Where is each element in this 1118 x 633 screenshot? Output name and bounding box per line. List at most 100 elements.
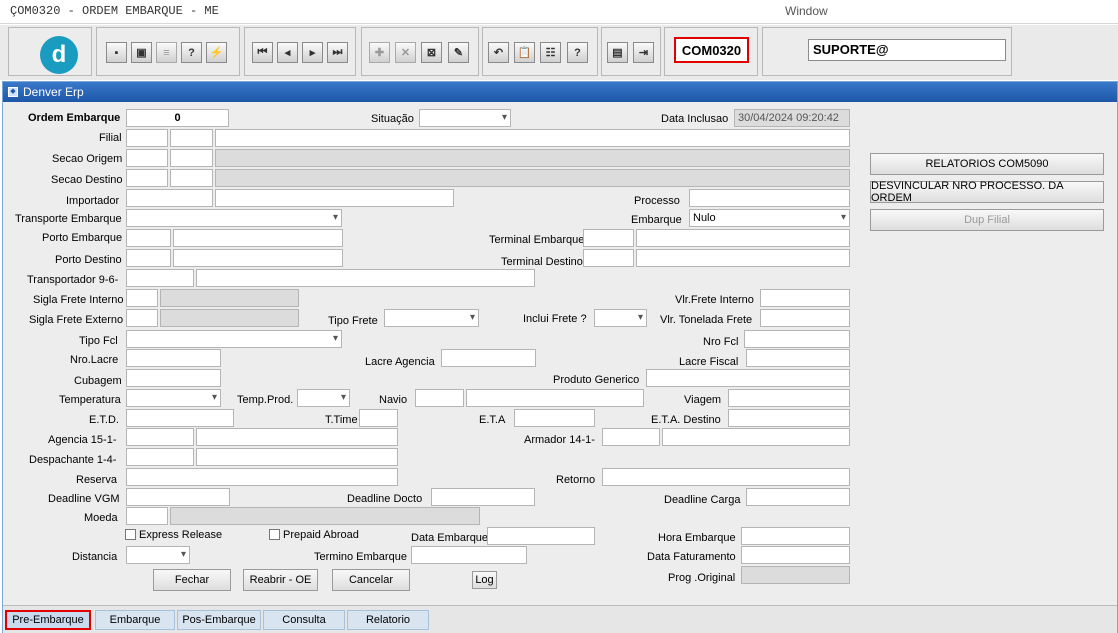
agencia-code-field[interactable] <box>126 428 194 446</box>
transportador-name-field[interactable] <box>196 269 535 287</box>
despachante-code-field[interactable] <box>126 448 194 466</box>
armador-name-field[interactable] <box>662 428 850 446</box>
eta-field[interactable] <box>514 409 595 427</box>
deadline-carga-field[interactable] <box>746 488 850 506</box>
tab-pre-embarque[interactable]: Pre-Embarque <box>5 610 91 630</box>
form-area: Ordem Embarque 0 Situação Data Inclusao … <box>3 102 1117 602</box>
data-embarque-field[interactable] <box>487 527 595 545</box>
tipo-frete-select[interactable] <box>384 309 479 327</box>
filial-code-field[interactable] <box>126 129 168 147</box>
vlr-tonelada-frete-field[interactable] <box>760 309 850 327</box>
despachante-name-field[interactable] <box>196 448 398 466</box>
list-icon[interactable]: ☷ <box>540 42 561 63</box>
temp-prod-select[interactable] <box>297 389 350 407</box>
situacao-select[interactable] <box>419 109 511 127</box>
nro-fcl-field[interactable] <box>744 330 850 348</box>
reabrir-button[interactable]: Reabrir - OE <box>243 569 318 591</box>
edit-icon[interactable]: ✎ <box>448 42 469 63</box>
data-faturamento-field[interactable] <box>741 546 850 564</box>
filial-name-field[interactable] <box>215 129 850 147</box>
edit-tool-group: ▪ ▣ ≡ ? ⚡ <box>96 27 240 76</box>
cubagem-field[interactable] <box>126 369 221 387</box>
processo-field[interactable] <box>689 189 850 207</box>
tab-pos-embarque[interactable]: Pos-Embarque <box>177 610 261 630</box>
vlr-frete-interno-field[interactable] <box>760 289 850 307</box>
undo-icon[interactable]: ↶ <box>488 42 509 63</box>
porto-destino-name-field[interactable] <box>173 249 343 267</box>
inclui-frete-select[interactable] <box>594 309 647 327</box>
temperatura-select[interactable] <box>126 389 221 407</box>
embarque-select[interactable]: Nulo <box>689 209 850 227</box>
save-icon[interactable]: ▪ <box>106 42 127 63</box>
t-time-field[interactable] <box>359 409 398 427</box>
sigla-frete-externo-code-field[interactable] <box>126 309 158 327</box>
window-icon[interactable]: ▣ <box>131 42 152 63</box>
tipo-fcl-select[interactable] <box>126 330 342 348</box>
tab-embarque[interactable]: Embarque <box>95 610 175 630</box>
sigla-frete-interno-code-field[interactable] <box>126 289 158 307</box>
clipboard-icon[interactable]: 📋 <box>514 42 535 63</box>
reserva-field[interactable] <box>126 468 398 486</box>
dup-filial-button[interactable]: Dup Filial <box>870 209 1104 231</box>
porto-destino-code-field[interactable] <box>126 249 171 267</box>
fechar-button[interactable]: Fechar <box>153 569 231 591</box>
tab-relatorio[interactable]: Relatorio <box>347 610 429 630</box>
transporte-embarque-select[interactable] <box>126 209 342 227</box>
execute-query-icon[interactable]: ⚡ <box>206 42 227 63</box>
importador-name-field[interactable] <box>215 189 454 207</box>
terminal-destino-name-field[interactable] <box>636 249 850 267</box>
porto-embarque-code-field[interactable] <box>126 229 171 247</box>
navio-name-field[interactable] <box>466 389 644 407</box>
first-record-icon[interactable]: ⏮ <box>252 42 273 63</box>
delete-record-icon[interactable]: ✕ <box>395 42 416 63</box>
secao-origem-code-field[interactable] <box>126 149 168 167</box>
desvincular-button[interactable]: DESVINCULAR NRO PROCESSO. DA ORDEM <box>870 180 1104 204</box>
lacre-agencia-field[interactable] <box>441 349 536 367</box>
log-button[interactable]: Log <box>472 571 497 589</box>
window-menu[interactable]: Window <box>785 4 828 18</box>
terminal-embarque-code-field[interactable] <box>583 229 634 247</box>
secao-destino-sub-field[interactable] <box>170 169 213 187</box>
terminal-destino-code-field[interactable] <box>583 249 634 267</box>
secao-origem-sub-field[interactable] <box>170 149 213 167</box>
lacre-fiscal-field[interactable] <box>746 349 850 367</box>
menu-icon[interactable]: ▤ <box>607 42 628 63</box>
eta-label: E.T.A <box>479 414 506 426</box>
agencia-name-field[interactable] <box>196 428 398 446</box>
ordem-embarque-field[interactable]: 0 <box>126 109 229 127</box>
cancelar-button[interactable]: Cancelar <box>332 569 410 591</box>
terminal-embarque-name-field[interactable] <box>636 229 850 247</box>
viagem-field[interactable] <box>728 389 850 407</box>
hora-embarque-field[interactable] <box>741 527 850 545</box>
eta-destino-field[interactable] <box>728 409 850 427</box>
deadline-docto-field[interactable] <box>431 488 535 506</box>
last-record-icon[interactable]: ⏭ <box>327 42 348 63</box>
navio-code-field[interactable] <box>415 389 464 407</box>
query-icon[interactable]: ? <box>181 42 202 63</box>
porto-embarque-name-field[interactable] <box>173 229 343 247</box>
armador-code-field[interactable] <box>602 428 660 446</box>
help-icon[interactable]: ? <box>567 42 588 63</box>
print-icon[interactable]: ≡ <box>156 42 177 63</box>
distancia-select[interactable] <box>126 546 190 564</box>
express-release-checkbox[interactable] <box>125 529 136 540</box>
clear-record-icon[interactable]: ⊠ <box>421 42 442 63</box>
next-record-icon[interactable]: ▸ <box>302 42 323 63</box>
deadline-vgm-field[interactable] <box>126 488 230 506</box>
termino-embarque-field[interactable] <box>411 546 527 564</box>
prev-record-icon[interactable]: ◂ <box>277 42 298 63</box>
insert-record-icon[interactable]: ✚ <box>369 42 390 63</box>
relatorios-button[interactable]: RELATORIOS COM5090 <box>870 153 1104 175</box>
importador-code-field[interactable] <box>126 189 213 207</box>
prepaid-abroad-checkbox[interactable] <box>269 529 280 540</box>
filial-sub-field[interactable] <box>170 129 213 147</box>
retorno-field[interactable] <box>602 468 850 486</box>
moeda-code-field[interactable] <box>126 507 168 525</box>
tab-consulta[interactable]: Consulta <box>263 610 345 630</box>
produto-generico-field[interactable] <box>646 369 850 387</box>
nro-lacre-field[interactable] <box>126 349 221 367</box>
exit-icon[interactable]: ⇥ <box>633 42 654 63</box>
etd-field[interactable] <box>126 409 234 427</box>
secao-destino-code-field[interactable] <box>126 169 168 187</box>
transportador-code-field[interactable] <box>126 269 194 287</box>
